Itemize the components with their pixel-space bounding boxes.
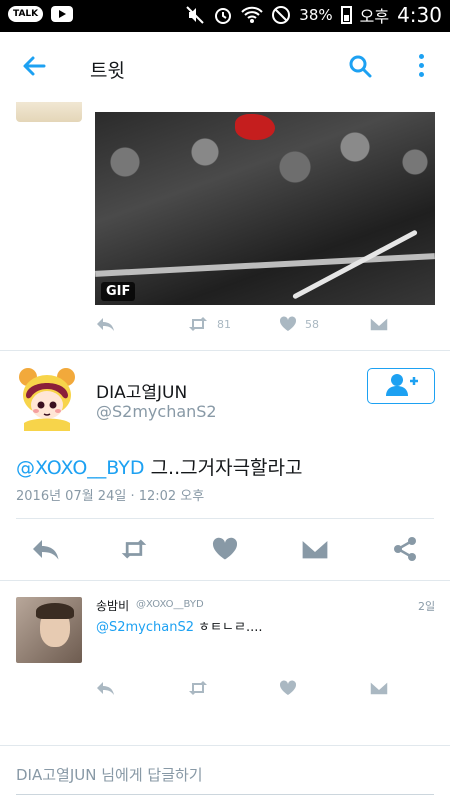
mention-link[interactable]: @S2mychanS2 bbox=[96, 620, 194, 635]
main-tweet-avatar[interactable] bbox=[14, 365, 80, 431]
share-button[interactable] bbox=[390, 534, 420, 564]
reply-handle[interactable]: @XOXO__BYD bbox=[136, 599, 204, 610]
direct-message-button[interactable] bbox=[300, 534, 330, 564]
retweet-icon bbox=[189, 317, 207, 331]
heart-icon bbox=[279, 316, 297, 331]
divider bbox=[0, 350, 450, 351]
divider bbox=[16, 518, 434, 519]
reply-tweet-avatar[interactable] bbox=[16, 597, 82, 663]
reply-icon[interactable] bbox=[95, 680, 115, 700]
main-tweet-display-name[interactable]: DIA고열JUN bbox=[96, 378, 187, 403]
like-count: 58 bbox=[305, 317, 319, 331]
direct-message-icon[interactable] bbox=[369, 316, 389, 332]
reply-timestamp: 2일 bbox=[418, 600, 436, 613]
retweet-button[interactable]: 81 bbox=[187, 316, 231, 332]
reply-tweet-actions bbox=[95, 680, 435, 700]
status-bar-notifications: TALK bbox=[8, 6, 74, 22]
previous-tweet-actions: 81 58 bbox=[95, 316, 435, 340]
battery-icon bbox=[340, 6, 352, 24]
retweet-button[interactable] bbox=[119, 534, 149, 564]
youtube-icon bbox=[51, 6, 74, 22]
clock-time: 4:30 bbox=[397, 3, 442, 27]
status-bar: TALK 38% 오후 4:30 bbox=[0, 0, 450, 32]
reply-icon[interactable] bbox=[95, 316, 115, 332]
app-bar: 트윗 bbox=[0, 32, 450, 102]
overflow-menu-icon[interactable] bbox=[416, 54, 426, 80]
divider bbox=[0, 580, 450, 581]
reply-composer[interactable]: DIA고열JUN 님에게 답글하기 bbox=[0, 745, 450, 800]
alarm-icon bbox=[215, 8, 232, 24]
reply-button[interactable] bbox=[30, 534, 60, 564]
reply-input-underline bbox=[16, 794, 434, 795]
direct-message-icon[interactable] bbox=[369, 680, 389, 700]
main-tweet-actions bbox=[0, 530, 450, 570]
wifi-icon bbox=[241, 6, 263, 23]
retweet-count: 81 bbox=[217, 317, 231, 331]
share-icon bbox=[394, 537, 416, 561]
retweet-icon bbox=[121, 539, 147, 559]
page-title: 트윗 bbox=[90, 60, 125, 82]
retweet-icon[interactable] bbox=[187, 680, 209, 700]
reply-icon bbox=[33, 540, 59, 560]
no-signal-icon bbox=[272, 6, 291, 24]
follow-button[interactable] bbox=[367, 368, 435, 404]
main-tweet-handle[interactable]: @S2mychanS2 bbox=[96, 402, 217, 421]
main-tweet-text: @XOXO__BYD 그..그거자극할라고 bbox=[16, 453, 303, 480]
main-tweet-timestamp: 2016년 07월 24일 · 12:02 오후 bbox=[16, 489, 205, 504]
tweet-gif-media[interactable]: GIF bbox=[95, 112, 435, 305]
like-button[interactable] bbox=[210, 534, 240, 564]
mention-link[interactable]: @XOXO__BYD bbox=[16, 457, 145, 479]
direct-message-icon bbox=[300, 537, 330, 561]
search-icon[interactable] bbox=[348, 54, 372, 78]
reply-tweet-body: ㅎㅌㄴㄹ.... bbox=[194, 620, 263, 635]
status-bar-system: 38% 오후 4:30 bbox=[185, 3, 442, 27]
heart-icon bbox=[212, 537, 238, 560]
reply-input-placeholder[interactable]: DIA고열JUN 님에게 답글하기 bbox=[16, 764, 203, 785]
battery-percent: 38% bbox=[299, 6, 333, 24]
clock-ampm: 오후 bbox=[359, 7, 390, 26]
gif-badge: GIF bbox=[101, 282, 136, 301]
previous-tweet-avatar[interactable] bbox=[16, 102, 82, 122]
reply-tweet-text: @S2mychanS2 ㅎㅌㄴㄹ.... bbox=[96, 616, 263, 635]
kakaotalk-icon: TALK bbox=[8, 6, 44, 22]
add-user-icon bbox=[386, 374, 418, 396]
like-button[interactable]: 58 bbox=[279, 316, 319, 332]
mute-icon bbox=[186, 6, 204, 24]
main-tweet-body: 그..그거자극할라고 bbox=[144, 457, 303, 479]
back-arrow-icon[interactable] bbox=[20, 52, 48, 85]
reply-display-name[interactable]: 송밤비 bbox=[96, 597, 129, 614]
heart-icon[interactable] bbox=[279, 680, 297, 700]
